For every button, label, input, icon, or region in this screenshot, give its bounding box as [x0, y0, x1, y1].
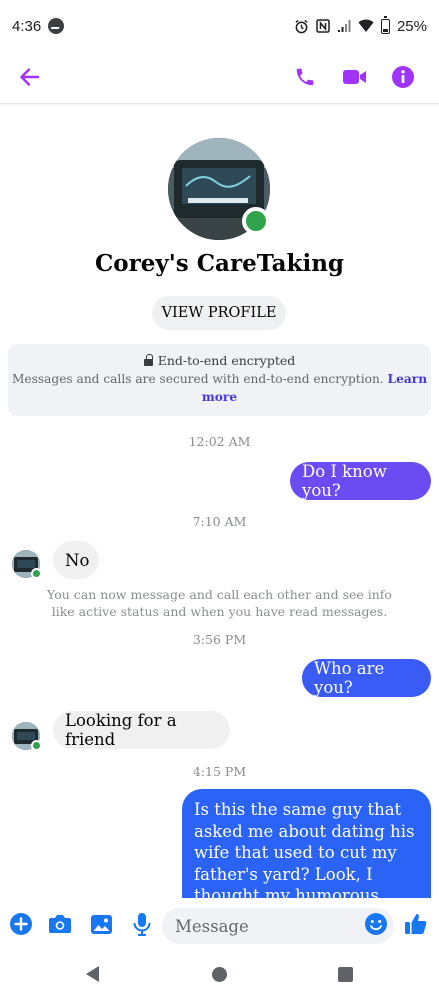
microphone-icon: [133, 913, 151, 936]
battery-icon: [380, 15, 390, 34]
message-composer: [0, 898, 439, 954]
voice-message-button[interactable]: [128, 910, 156, 938]
thumbs-up-icon: [405, 914, 427, 934]
arrow-left-icon: [20, 68, 40, 86]
status-time: 4:36: [12, 17, 42, 35]
encryption-notice: End-to-end encrypted Messages and calls …: [8, 344, 431, 416]
smiley-face-icon: [365, 913, 387, 935]
gallery-button[interactable]: [87, 910, 115, 938]
alarm-icon: [295, 19, 308, 33]
message-timestamp: 4:15 PM: [192, 764, 247, 779]
messenger-notification-icon: [48, 18, 65, 34]
image-icon: [90, 914, 112, 934]
message-text: No: [65, 550, 90, 570]
message-text: Do I know you?: [302, 462, 387, 500]
system-message: You can now message and call each other …: [47, 587, 392, 619]
audio-call-button[interactable]: [290, 62, 320, 92]
online-status-indicator: [242, 207, 270, 235]
signal-icon: [337, 20, 351, 32]
conversation-header: [0, 52, 439, 104]
video-camera-icon: [343, 70, 366, 84]
encryption-title: End-to-end encrypted: [157, 353, 296, 368]
online-status-indicator: [31, 740, 42, 751]
message-timestamp: 3:56 PM: [192, 632, 247, 647]
battery-level: 25%: [396, 17, 427, 35]
conversation-info-button[interactable]: [388, 62, 418, 92]
message-input[interactable]: [162, 908, 394, 944]
outgoing-message[interactable]: Do I know you?: [290, 462, 431, 500]
like-button[interactable]: [402, 910, 430, 938]
more-actions-button[interactable]: [7, 910, 35, 938]
back-button[interactable]: [14, 62, 44, 92]
encryption-body-row: Messages and calls are secured with end-…: [8, 370, 431, 406]
wifi-icon: [358, 19, 374, 32]
outgoing-message[interactable]: Who are you?: [302, 659, 431, 697]
message-timestamp: 7:10 AM: [192, 514, 247, 529]
online-status-indicator: [31, 568, 42, 579]
phone-icon: [296, 68, 314, 86]
view-profile-button[interactable]: VIEW PROFILE: [152, 296, 286, 330]
video-call-button[interactable]: [340, 62, 370, 92]
system-navigation-bar: [0, 954, 439, 1000]
outgoing-message[interactable]: Is this the same guy that asked me about…: [182, 789, 431, 899]
plus-circle-icon: [10, 913, 32, 935]
message-text: Who are you?: [314, 659, 385, 697]
nav-home-icon[interactable]: [212, 967, 227, 982]
contact-name: Corey's CareTaking: [94, 250, 344, 277]
lock-icon: [143, 353, 153, 366]
camera-button[interactable]: [46, 910, 74, 938]
message-timestamp: 12:02 AM: [188, 434, 251, 449]
status-bar: 4:36 25%: [0, 0, 439, 52]
message-text: Looking for a friend: [65, 711, 177, 749]
nfc-icon: [316, 19, 330, 33]
info-icon: [392, 66, 414, 88]
incoming-message[interactable]: No: [53, 541, 99, 579]
incoming-message[interactable]: Looking for a friend: [53, 711, 230, 749]
nav-back-icon[interactable]: [86, 966, 99, 982]
camera-icon: [49, 915, 71, 933]
nav-recents-icon[interactable]: [338, 967, 353, 982]
emoji-button[interactable]: [362, 910, 390, 938]
status-icons: 25%: [294, 15, 427, 35]
message-text: Is this the same guy that asked me about…: [194, 800, 415, 899]
encryption-body: Messages and calls are secured with end-…: [11, 372, 384, 386]
encryption-title-row: End-to-end encrypted: [8, 352, 431, 370]
